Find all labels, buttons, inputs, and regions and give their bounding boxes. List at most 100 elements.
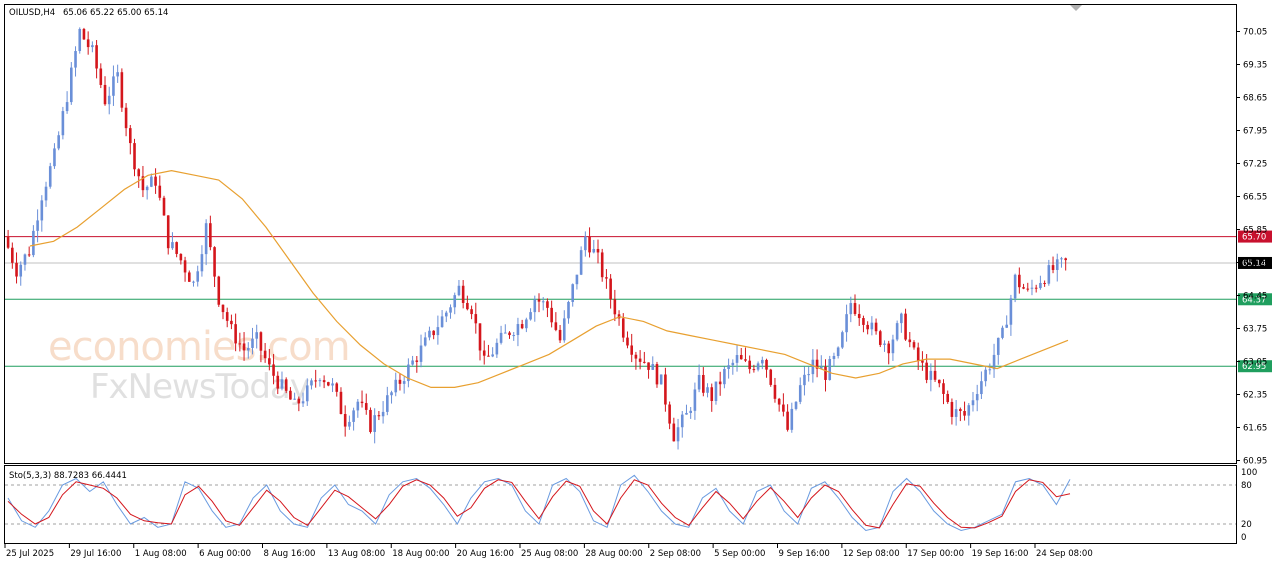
time-tick-label: 9 Sep 16:00 — [779, 549, 830, 559]
bearish-candle — [461, 285, 465, 303]
bullish-candle — [562, 318, 566, 341]
bullish-candle — [352, 410, 355, 422]
bearish-candle — [916, 347, 920, 361]
bullish-candle — [828, 359, 832, 380]
bearish-candle — [364, 403, 368, 410]
bearish-candle — [626, 337, 629, 346]
bullish-candle — [61, 111, 65, 136]
bullish-candle — [428, 330, 431, 338]
bearish-candle — [744, 359, 747, 361]
bullish-candle — [310, 380, 313, 386]
bearish-candle — [268, 358, 271, 365]
price-tick-label: 68.65 — [1243, 94, 1267, 104]
bullish-candle — [541, 301, 545, 303]
bearish-candle — [242, 343, 246, 351]
bullish-candle — [807, 374, 810, 376]
time-tick-label: 25 Aug 08:00 — [521, 549, 578, 559]
bullish-candle — [381, 411, 385, 417]
time-axis: 25 Jul 2025 29 Jul 16:00 1 Aug 08:00 6 Aug … — [4, 544, 1093, 559]
bearish-candle — [276, 375, 280, 389]
bearish-candle — [786, 411, 789, 430]
bullish-candle — [65, 102, 69, 112]
bullish-candle — [516, 324, 520, 336]
bearish-candle — [752, 369, 756, 371]
bullish-candle — [794, 401, 798, 409]
bullish-candle — [445, 312, 448, 317]
bearish-candle — [959, 409, 962, 411]
bearish-candle — [474, 314, 478, 324]
bearish-candle — [86, 39, 90, 48]
bullish-candle — [200, 254, 204, 272]
bearish-candle — [415, 360, 419, 362]
bullish-candle — [525, 319, 528, 329]
bullish-candle — [571, 284, 575, 302]
bullish-candle — [394, 379, 398, 393]
bearish-candle — [327, 382, 330, 386]
time-tick-label: 25 Jul 2025 — [6, 549, 54, 559]
bearish-candle — [942, 383, 945, 394]
bearish-candle — [554, 322, 558, 330]
bearish-candle — [609, 278, 612, 300]
stochastic-tick-label: 0 — [1241, 533, 1246, 543]
bearish-candle — [166, 215, 170, 249]
bearish-candle — [887, 343, 891, 354]
bullish-candle — [150, 176, 153, 187]
bearish-candle — [187, 272, 191, 282]
bullish-candle — [116, 72, 119, 77]
bearish-candle — [550, 307, 553, 323]
bullish-candle — [803, 374, 806, 386]
bullish-candle — [390, 392, 393, 396]
bearish-candle — [520, 324, 524, 329]
time-tick-label: 8 Aug 16:00 — [264, 549, 316, 559]
bearish-candle — [11, 247, 14, 263]
bearish-candle — [470, 309, 473, 315]
bearish-candle — [672, 423, 676, 442]
bullish-candle — [23, 254, 27, 265]
bullish-candle — [423, 337, 427, 346]
bullish-candle — [756, 363, 760, 370]
bearish-candle — [1022, 287, 1025, 289]
bearish-candle — [217, 276, 221, 305]
bearish-candle — [120, 72, 124, 108]
price-chart[interactable]: economies.com FxNewsToday 65.7065.1464.3… — [0, 0, 1280, 567]
bearish-candle — [234, 324, 237, 344]
bearish-candle — [634, 354, 638, 359]
symbol-label: OILUSD,H4 — [9, 8, 55, 18]
bearish-candle — [1018, 274, 1021, 288]
bearish-candle — [874, 322, 878, 332]
bullish-candle — [761, 359, 764, 364]
bullish-candle — [348, 421, 351, 427]
bearish-candle — [272, 364, 275, 376]
bullish-candle — [575, 274, 579, 285]
bullish-candle — [301, 401, 305, 404]
bullish-candle — [929, 370, 933, 380]
stochastic-axis: 100 80 20 0 — [1241, 468, 1257, 543]
bearish-candle — [600, 252, 604, 278]
bearish-candle — [158, 185, 162, 198]
bullish-candle — [984, 369, 987, 382]
bullish-candle — [676, 427, 680, 442]
bearish-candle — [360, 401, 364, 404]
bearish-candle — [213, 247, 216, 277]
bearish-candle — [773, 384, 777, 399]
bullish-candle — [883, 343, 886, 345]
bullish-candle — [78, 28, 82, 52]
bullish-candle — [419, 345, 423, 362]
bullish-candle — [870, 322, 874, 330]
bullish-candle — [832, 355, 836, 360]
bullish-candle — [841, 332, 844, 348]
bullish-candle — [449, 307, 452, 313]
bullish-candle — [533, 299, 537, 313]
chart-window: economies.com FxNewsToday 65.70 65.14 64.3… — [0, 0, 1280, 567]
bullish-candle — [171, 242, 174, 249]
bearish-candle — [921, 360, 924, 363]
price-tick-label: 70.05 — [1243, 28, 1267, 38]
bearish-candle — [137, 169, 141, 177]
stochastic-tick-label: 80 — [1241, 481, 1252, 491]
price-tick-label: 65.15 — [1243, 259, 1267, 269]
bullish-candle — [992, 354, 996, 370]
bearish-candle — [630, 345, 633, 355]
price-tick-label: 63.05 — [1243, 358, 1267, 368]
ohlc-values: 65.06 65.22 65.00 65.14 — [63, 8, 168, 18]
bullish-candle — [579, 250, 583, 275]
